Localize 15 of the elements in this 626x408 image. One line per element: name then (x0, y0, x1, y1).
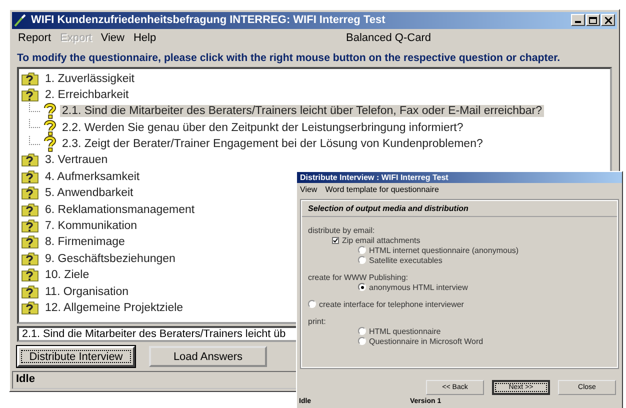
radio-label: Satellite executables (369, 256, 442, 264)
window-title: WIFI Kundenzufriedenheitsbefragung INTERREG: WIFI Interreg Test (31, 14, 386, 26)
radio-label: anonymous HTML interview (369, 282, 468, 292)
radio-label: HTML questionnaire (369, 326, 441, 336)
group-title: Selection of output media and distribution (302, 204, 617, 217)
dialog-title: Distribute Interview : WIFI Interreg Test (297, 172, 622, 183)
radio-label: create interface for telephone interviewer (319, 300, 464, 308)
section-label: distribute by email: (308, 226, 375, 234)
section-label: create for WWW Publishing: (308, 272, 408, 282)
instruction-text: To modify the questionnaire, please click with the right mouse button on the respective question or chapter. (16, 51, 562, 66)
menu-caption: Balanced Q-Card (346, 32, 431, 44)
section-label: print: (308, 316, 326, 326)
radio-label: Questionnaire in Microsoft Word (369, 336, 484, 346)
checkbox-label: Zip email attachments (342, 236, 420, 244)
radio-label: HTML internet questionnaire (anonymous) (369, 246, 519, 254)
